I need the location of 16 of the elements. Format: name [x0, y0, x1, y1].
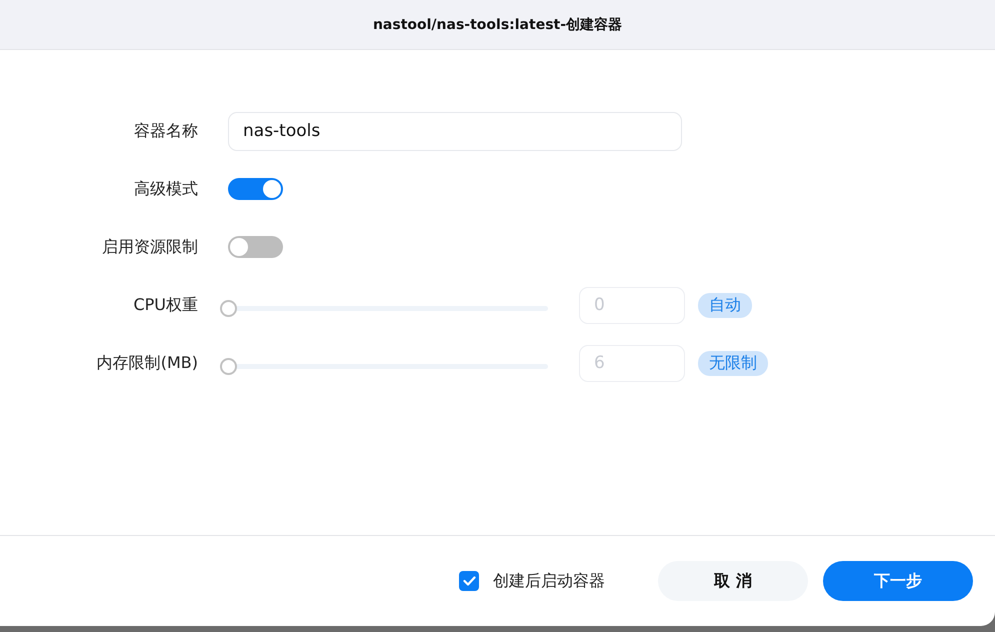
field-label: CPU权重	[132, 294, 198, 316]
next-button[interactable]: 下一步	[823, 561, 973, 601]
window-title: nastool/nas-tools:latest-创建容器	[372, 16, 622, 34]
field-label: 高级模式	[133, 178, 198, 200]
check-icon	[462, 576, 476, 586]
field-label: 内存限制(MB)	[96, 352, 198, 374]
value-badge: 无限制	[698, 350, 768, 376]
value-badge: 自动	[698, 292, 752, 318]
field-label: 启用资源限制	[101, 236, 198, 258]
field-label: 容器名称	[133, 120, 198, 142]
name-field[interactable]: nas-tools	[228, 112, 682, 150]
checkbox[interactable]	[459, 571, 479, 591]
toggle-switch[interactable]	[228, 178, 283, 200]
toggle-switch[interactable]	[228, 236, 283, 258]
checkbox-label: 创建后启动容器	[493, 570, 605, 592]
cancel-button[interactable]: 取 消	[658, 561, 808, 601]
